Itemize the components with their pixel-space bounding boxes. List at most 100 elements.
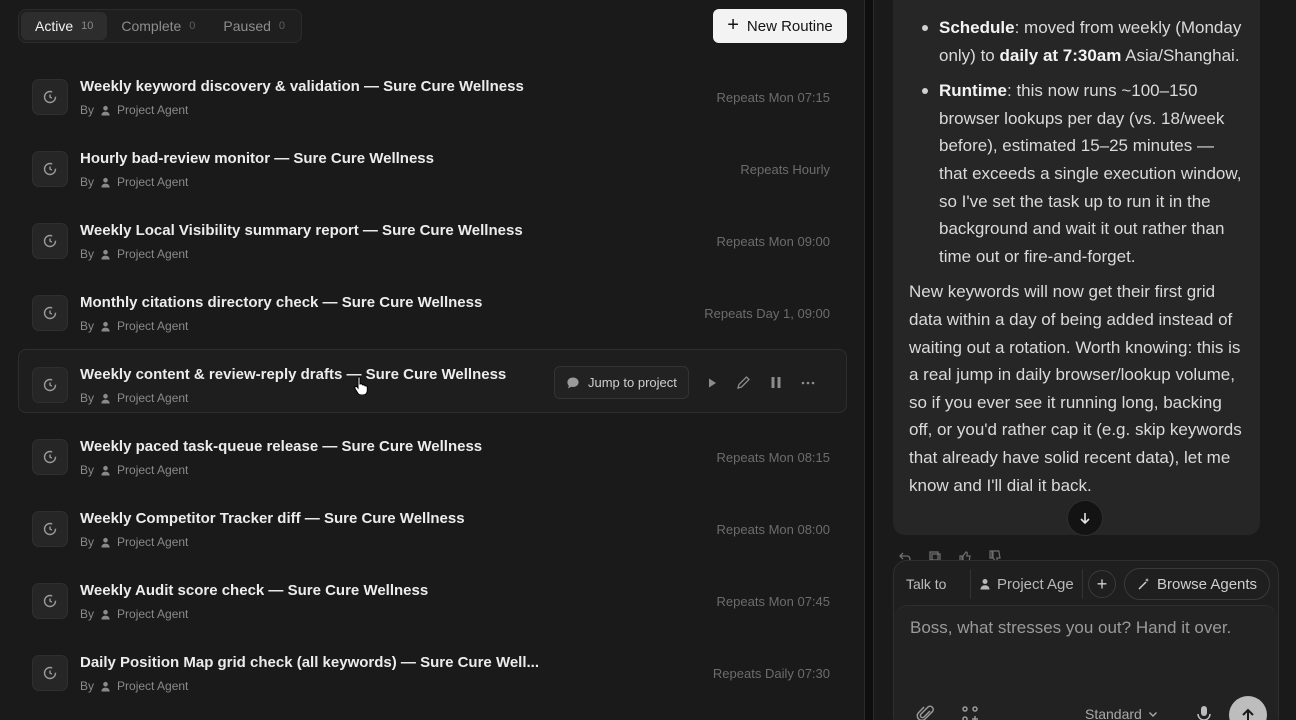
message-toolbar bbox=[898, 550, 1002, 560]
by-label: By bbox=[80, 175, 95, 189]
agent-name: Project Agent bbox=[117, 391, 189, 405]
scroll-to-bottom-button[interactable] bbox=[1067, 500, 1103, 536]
routine-clock-icon bbox=[32, 295, 68, 331]
microphone-icon[interactable] bbox=[1194, 704, 1214, 720]
arrow-up-icon bbox=[1242, 708, 1254, 720]
undo-icon[interactable] bbox=[898, 550, 912, 560]
agent-selector[interactable]: Project Age bbox=[970, 569, 1083, 599]
routine-owner: By Project Agent bbox=[80, 535, 188, 549]
hand-cursor-icon bbox=[354, 376, 368, 395]
routine-row[interactable]: Weekly paced task-queue release — Sure C… bbox=[18, 421, 847, 485]
message-bullets: Schedule: moved from weekly (Monday only… bbox=[909, 14, 1244, 270]
routine-title: Daily Position Map grid check (all keywo… bbox=[80, 654, 540, 671]
routine-clock-icon bbox=[32, 439, 68, 475]
routine-owner: By Project Agent bbox=[80, 679, 188, 693]
agent-name: Project Agent bbox=[117, 319, 189, 333]
pause-icon[interactable] bbox=[767, 374, 785, 392]
agent-name: Project Agent bbox=[117, 175, 189, 189]
routine-row[interactable]: Hourly bad-review monitor — Sure Cure We… bbox=[18, 133, 847, 197]
edit-pencil-icon[interactable] bbox=[735, 374, 753, 392]
browse-agents-button[interactable]: Browse Agents bbox=[1124, 568, 1271, 600]
routine-title: Monthly citations directory check — Sure… bbox=[80, 294, 483, 311]
bullet-schedule: Schedule: moved from weekly (Monday only… bbox=[922, 14, 1244, 69]
thumbs-up-icon[interactable] bbox=[958, 550, 972, 560]
agent-name: Project Agent bbox=[117, 535, 189, 549]
assistant-message: Schedule: moved from weekly (Monday only… bbox=[893, 0, 1260, 535]
chat-bubble-icon bbox=[567, 377, 579, 388]
routine-clock-icon bbox=[32, 367, 68, 403]
routine-list: Weekly keyword discovery & validation — … bbox=[18, 61, 847, 709]
tab-count: 0 bbox=[189, 20, 196, 32]
status-tabs: Active 10 Complete 0 Paused 0 bbox=[18, 9, 303, 43]
agent-name: Project Agent bbox=[117, 607, 189, 621]
routine-owner: By Project Agent bbox=[80, 319, 188, 333]
routine-row[interactable]: Daily Position Map grid check (all keywo… bbox=[18, 637, 847, 701]
arrow-down-icon bbox=[1080, 513, 1090, 525]
mode-selector[interactable]: Standard bbox=[1085, 706, 1158, 720]
agent-name: Project Agent bbox=[117, 103, 189, 117]
routine-row[interactable]: Weekly Local Visibility summary report —… bbox=[18, 205, 847, 269]
bullet-runtime: Runtime: this now runs ~100–150 browser … bbox=[922, 77, 1244, 270]
routine-owner: By Project Agent bbox=[80, 607, 188, 621]
routine-title: Hourly bad-review monitor — Sure Cure We… bbox=[80, 150, 434, 167]
app: Active 10 Complete 0 Paused 0 + New Rout… bbox=[0, 0, 1296, 720]
routine-owner: By Project Agent bbox=[80, 175, 188, 189]
agent-name: Project Agent bbox=[117, 463, 189, 477]
bullet-bold: daily at 7:30am bbox=[999, 45, 1122, 65]
jump-label: Jump to project bbox=[588, 375, 677, 390]
routine-clock-icon bbox=[32, 151, 68, 187]
routine-title: Weekly Competitor Tracker diff — Sure Cu… bbox=[80, 510, 465, 527]
add-agent-button[interactable]: + bbox=[1088, 570, 1116, 598]
browse-agents-label: Browse Agents bbox=[1157, 575, 1258, 593]
new-routine-label: New Routine bbox=[746, 17, 833, 35]
routine-schedule: Repeats Mon 08:00 bbox=[716, 522, 830, 537]
panel-resize-handle[interactable] bbox=[864, 0, 874, 720]
copy-icon[interactable] bbox=[928, 550, 942, 560]
magic-wand-icon bbox=[1138, 578, 1149, 590]
chat-composer: Talk to Project Age + Browse Agents Stan… bbox=[893, 560, 1279, 720]
run-play-icon[interactable] bbox=[703, 374, 721, 392]
by-label: By bbox=[80, 607, 95, 621]
person-icon bbox=[101, 321, 110, 332]
person-icon bbox=[101, 177, 110, 188]
person-icon bbox=[101, 105, 110, 116]
person-icon bbox=[980, 579, 990, 590]
chat-panel: Schedule: moved from weekly (Monday only… bbox=[874, 0, 1296, 720]
more-options-icon[interactable] bbox=[799, 374, 817, 392]
person-icon bbox=[101, 537, 110, 548]
jump-to-project-button[interactable]: Jump to project bbox=[554, 366, 689, 399]
new-routine-button[interactable]: + New Routine bbox=[713, 9, 847, 43]
routine-clock-icon bbox=[32, 583, 68, 619]
thumbs-down-icon[interactable] bbox=[988, 550, 1002, 560]
message-input[interactable] bbox=[910, 618, 1260, 658]
routine-row[interactable]: Weekly Audit score check — Sure Cure Wel… bbox=[18, 565, 847, 629]
routine-owner: By Project Agent bbox=[80, 391, 188, 405]
routine-schedule: Repeats Mon 07:15 bbox=[716, 90, 830, 105]
tab-label: Paused bbox=[223, 18, 271, 34]
routine-row-hovered[interactable]: Weekly content & review-reply drafts — S… bbox=[18, 349, 847, 413]
bullet-text: Asia/Shanghai. bbox=[1121, 45, 1240, 65]
person-icon bbox=[101, 465, 110, 476]
bullet-label: Runtime bbox=[939, 81, 1007, 101]
routine-row[interactable]: Weekly Competitor Tracker diff — Sure Cu… bbox=[18, 493, 847, 557]
message-input-area: Standard bbox=[894, 605, 1278, 720]
chevron-down-icon bbox=[1148, 712, 1157, 717]
tab-paused[interactable]: Paused 0 bbox=[209, 12, 299, 40]
send-button[interactable] bbox=[1229, 696, 1267, 720]
by-label: By bbox=[80, 247, 95, 261]
tab-active[interactable]: Active 10 bbox=[21, 12, 108, 40]
apps-grid-icon[interactable] bbox=[960, 704, 980, 720]
routine-row[interactable]: Monthly citations directory check — Sure… bbox=[18, 277, 847, 341]
by-label: By bbox=[80, 319, 95, 333]
routine-row[interactable]: Weekly keyword discovery & validation — … bbox=[18, 61, 847, 125]
routine-clock-icon bbox=[32, 655, 68, 691]
by-label: By bbox=[80, 391, 95, 405]
routine-clock-icon bbox=[32, 511, 68, 547]
bullet-text: : this now runs ~100–150 browser lookups… bbox=[939, 81, 1242, 266]
tab-complete[interactable]: Complete 0 bbox=[107, 12, 209, 40]
routine-title: Weekly Audit score check — Sure Cure Wel… bbox=[80, 582, 429, 599]
mode-label: Standard bbox=[1085, 706, 1142, 720]
tab-count: 0 bbox=[278, 20, 286, 32]
paperclip-icon[interactable] bbox=[916, 704, 936, 720]
bullet-label: Schedule bbox=[939, 18, 1015, 37]
